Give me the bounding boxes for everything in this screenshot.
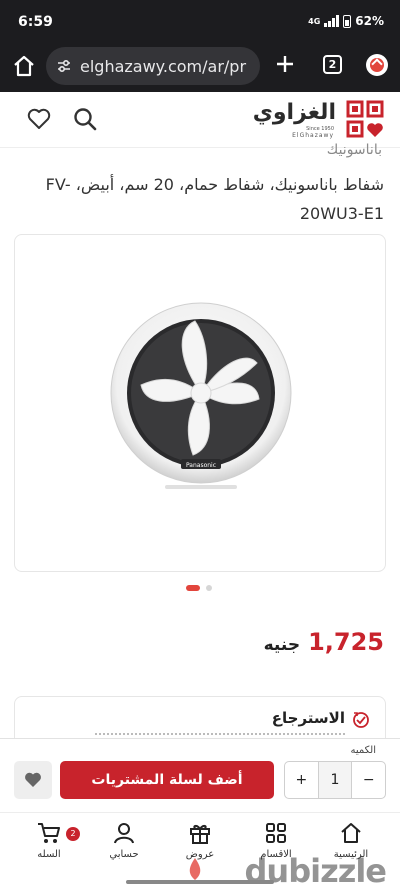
url-text: elghazawy.com/ar/pr (80, 56, 247, 76)
product-image: Panasonic (110, 302, 292, 489)
product-brand[interactable]: باناسونيك (327, 142, 382, 158)
product-image-card[interactable]: Panasonic (14, 234, 386, 572)
nav-label-cart: السله (37, 849, 61, 860)
product-price: 1,725 جنيه (264, 628, 384, 656)
carousel-dots (186, 585, 212, 591)
product-title: شفاط باناسونيك، شفاط حمام، 20 سم، أبيض، … (45, 175, 384, 223)
site-settings-icon[interactable] (56, 58, 72, 74)
search-icon[interactable] (72, 106, 98, 132)
nav-item-account[interactable]: حسابي (89, 821, 159, 869)
quantity-input[interactable]: 1 (318, 762, 353, 798)
signal-icon (324, 15, 340, 27)
cart-badge: 2 (66, 827, 80, 841)
home-icon[interactable] (12, 54, 36, 78)
dubizzle-logo-icon (189, 858, 201, 880)
gift-icon (190, 824, 210, 844)
quantity-increase-button[interactable]: + (285, 762, 319, 798)
logo-mark-icon (346, 100, 384, 138)
status-bar: 6:59 4G 62% (0, 0, 400, 44)
tab-switcher-button[interactable]: 2 (323, 55, 342, 74)
return-icon (353, 712, 369, 728)
url-bar[interactable]: elghazawy.com/ar/pr (46, 47, 260, 85)
quantity-decrease-button[interactable]: − (352, 762, 385, 798)
site-header: الغزاوي Since 1950 ElGhazawy (0, 92, 400, 148)
add-to-wishlist-button[interactable] (14, 761, 52, 799)
user-icon (114, 823, 134, 844)
battery-level: 62% (355, 14, 384, 28)
nav-item-cart[interactable]: 2 السله (14, 821, 84, 869)
watermark: dubizzle (244, 852, 387, 890)
site-logo[interactable]: الغزاوي Since 1950 ElGhazawy (253, 98, 386, 142)
battery-icon (343, 14, 352, 28)
price-value: 1,725 (308, 628, 384, 656)
carousel-dot[interactable] (206, 585, 212, 591)
purchase-bar: الكميه + 1 − أضف لسلة المشتريات (0, 738, 400, 812)
quantity-label: الكميه (350, 745, 376, 756)
network-label: 4G (308, 16, 321, 26)
gesture-bar (126, 880, 274, 884)
status-icons: 4G 62% (308, 14, 384, 28)
update-icon[interactable] (366, 54, 388, 76)
browser-toolbar: elghazawy.com/ar/pr 2 (0, 44, 400, 92)
logo-text: الغزاوي (252, 100, 336, 125)
price-currency: جنيه (263, 635, 301, 655)
home-icon (341, 823, 361, 843)
return-policy-title: الاسترجاع (271, 709, 345, 727)
quantity-stepper: + 1 − (284, 761, 386, 799)
return-policy-text-fragment (95, 733, 345, 737)
new-tab-icon[interactable] (273, 52, 297, 76)
cart-icon (38, 823, 60, 843)
logo-subtitle: ElGhazawy (292, 132, 334, 139)
carousel-dot-active[interactable] (186, 585, 200, 591)
heart-icon (25, 772, 41, 787)
add-to-cart-button[interactable]: أضف لسلة المشتريات (60, 761, 274, 799)
nav-label-account: حسابي (109, 849, 139, 860)
svg-text:Panasonic: Panasonic (186, 462, 216, 469)
grid-icon (266, 823, 286, 843)
wishlist-icon[interactable] (26, 106, 52, 132)
status-time: 6:59 (18, 14, 53, 30)
